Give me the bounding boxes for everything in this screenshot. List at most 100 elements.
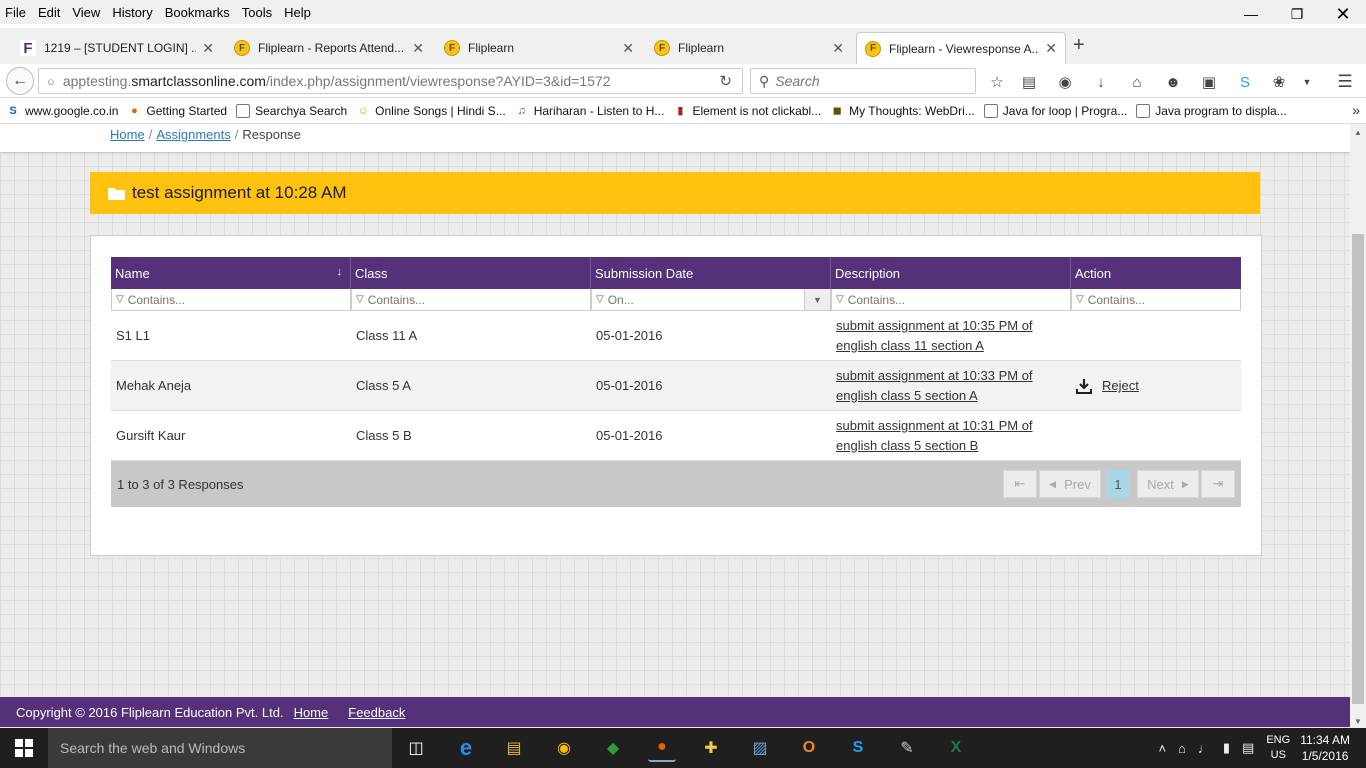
column-header-description[interactable]: Description xyxy=(831,257,1071,289)
close-icon[interactable]: ✕ xyxy=(622,40,634,57)
fliplearn-app-icon[interactable]: ◆ xyxy=(599,734,627,762)
column-header-class[interactable]: Class xyxy=(351,257,591,289)
excel-icon[interactable]: X xyxy=(942,734,970,762)
notifications-icon[interactable]: ▤ xyxy=(1242,740,1254,756)
close-icon[interactable]: ✕ xyxy=(202,40,214,57)
filter-funnel-icon[interactable]: ▽ xyxy=(356,294,364,305)
reload-icon[interactable]: ↻ xyxy=(719,72,732,90)
filter-name-input[interactable] xyxy=(127,292,328,307)
close-window-button[interactable]: ✕ xyxy=(1320,0,1366,28)
first-page-button[interactable]: ⇤ xyxy=(1003,470,1037,498)
footer-feedback-link[interactable]: Feedback xyxy=(348,705,405,720)
pocket-icon[interactable]: ◉ xyxy=(1054,71,1076,93)
download-icon[interactable] xyxy=(1076,378,1092,394)
filter-funnel-icon[interactable]: ▽ xyxy=(836,294,844,305)
bookmark-hariharan[interactable]: ♫ Hariharan - Listen to H... xyxy=(515,104,665,118)
vertical-scrollbar[interactable]: ▲ ▼ xyxy=(1350,124,1366,729)
scroll-up-arrow-icon[interactable]: ▲ xyxy=(1350,124,1366,140)
skype-icon[interactable]: S xyxy=(1234,71,1256,93)
breadcrumb-home-link[interactable]: Home xyxy=(110,127,145,142)
tab-fliplearn-2[interactable]: F Fliplearn ✕ xyxy=(646,32,852,64)
prev-page-button[interactable]: ◀ Prev xyxy=(1039,470,1101,498)
description-link[interactable]: english class 5 section B xyxy=(836,436,978,456)
clock[interactable]: 11:34 AM 1/5/2016 xyxy=(1300,732,1350,764)
minimize-button[interactable]: — xyxy=(1228,0,1274,28)
extension-icon[interactable]: ❀ xyxy=(1268,71,1290,93)
menu-bookmarks[interactable]: Bookmarks xyxy=(159,5,236,20)
menu-help[interactable]: Help xyxy=(278,5,317,20)
bookmark-getting-started[interactable]: ● Getting Started xyxy=(127,104,227,118)
table-row[interactable]: S1 L1 Class 11 A 05-01-2016 submit assig… xyxy=(111,311,1241,361)
bookmark-element-not-clickable[interactable]: ▮ Element is not clickabl... xyxy=(673,104,821,118)
column-header-name[interactable]: Name ↓ xyxy=(111,257,351,289)
task-view-icon[interactable]: ◫ xyxy=(402,734,430,762)
menu-view[interactable]: View xyxy=(66,5,106,20)
star-bookmark-icon[interactable]: ☆ xyxy=(986,71,1008,93)
url-bar[interactable]: ○ apptesting.smartclassonline.com/index.… xyxy=(38,68,743,94)
sql-tool-icon[interactable]: ▨ xyxy=(746,734,774,762)
menu-edit[interactable]: Edit xyxy=(32,5,66,20)
page-number-button[interactable]: 1 xyxy=(1107,470,1129,498)
footer-home-link[interactable]: Home xyxy=(294,705,329,720)
filter-class-input[interactable] xyxy=(367,292,568,307)
search-box[interactable]: ⚲ xyxy=(750,68,976,94)
table-row[interactable]: Mehak Aneja Class 5 A 05-01-2016 submit … xyxy=(111,361,1241,411)
tab-fliplearn-1[interactable]: F Fliplearn ✕ xyxy=(436,32,642,64)
close-icon[interactable]: ✕ xyxy=(1045,40,1057,57)
filter-date-input[interactable] xyxy=(607,292,778,307)
skype-icon[interactable]: S xyxy=(844,734,872,762)
chrome-icon[interactable]: ◉ xyxy=(550,734,578,762)
bookmark-java-for-loop[interactable]: Java for loop | Progra... xyxy=(983,103,1127,118)
description-link[interactable]: submit assignment at 10:31 PM of xyxy=(836,416,1033,436)
language-indicator[interactable]: ENG US xyxy=(1266,733,1290,763)
description-link[interactable]: english class 11 section A xyxy=(836,336,984,356)
outlook-icon[interactable]: O xyxy=(795,734,823,762)
hamburger-menu-icon[interactable]: ☰ xyxy=(1334,71,1356,93)
wifi-icon[interactable]: ⌂ xyxy=(1178,741,1186,756)
chevron-up-icon[interactable]: ˄ xyxy=(1158,741,1166,756)
next-page-button[interactable]: Next ▶ xyxy=(1137,470,1199,498)
firefox-icon[interactable]: ● xyxy=(648,734,676,762)
filter-funnel-icon[interactable]: ▽ xyxy=(116,294,124,305)
file-explorer-icon[interactable]: ▤ xyxy=(500,734,528,762)
date-picker-dropdown-icon[interactable]: ▼ xyxy=(804,289,830,310)
volume-icon[interactable]: ♩ xyxy=(1198,741,1211,756)
filter-funnel-icon[interactable]: ▽ xyxy=(596,294,604,305)
column-header-submission-date[interactable]: Submission Date xyxy=(591,257,831,289)
bookmark-my-thoughts[interactable]: ◼ My Thoughts: WebDri... xyxy=(830,104,975,118)
filter-description-input[interactable] xyxy=(847,292,1048,307)
back-arrow-icon[interactable]: ← xyxy=(6,67,34,95)
tab-viewresponse[interactable]: F Fliplearn - Viewresponse A... ✕ xyxy=(856,32,1066,64)
bookmark-java-program[interactable]: Java program to displa... xyxy=(1136,103,1287,118)
battery-icon[interactable]: ▮ xyxy=(1223,740,1230,756)
menu-history[interactable]: History xyxy=(106,5,158,20)
close-icon[interactable]: ✕ xyxy=(412,40,424,57)
download-icon[interactable]: ↓ xyxy=(1090,71,1112,93)
paint-icon[interactable]: ✎ xyxy=(893,734,921,762)
home-icon[interactable]: ⌂ xyxy=(1126,71,1148,93)
maximize-button[interactable]: ❐ xyxy=(1274,0,1320,28)
pin-icon[interactable]: ✚ xyxy=(697,734,725,762)
edge-browser-icon[interactable]: e xyxy=(452,734,480,762)
table-row[interactable]: Gursift Kaur Class 5 B 05-01-2016 submit… xyxy=(111,411,1241,461)
menu-tools[interactable]: Tools xyxy=(236,5,278,20)
taskbar-search-box[interactable]: Search the web and Windows xyxy=(48,728,392,768)
description-link[interactable]: submit assignment at 10:35 PM of xyxy=(836,316,1033,336)
scrollbar-thumb[interactable] xyxy=(1352,234,1364,704)
bookmark-google[interactable]: Swww.google.co.in xyxy=(6,104,118,118)
screenshot-icon[interactable]: ▣ xyxy=(1198,71,1220,93)
description-link[interactable]: english class 5 section A xyxy=(836,386,978,406)
bookmark-searchya[interactable]: Searchya Search xyxy=(236,103,347,118)
filter-action-input[interactable] xyxy=(1087,292,1228,307)
new-tab-plus-icon[interactable]: + xyxy=(1073,34,1085,57)
bookmark-online-songs[interactable]: ☺ Online Songs | Hindi S... xyxy=(356,104,506,118)
chevron-right-icon[interactable]: » xyxy=(1352,102,1360,118)
description-link[interactable]: submit assignment at 10:33 PM of xyxy=(836,366,1033,386)
reading-list-icon[interactable]: ▤ xyxy=(1018,71,1040,93)
reject-button[interactable]: Reject xyxy=(1076,378,1139,394)
start-button[interactable] xyxy=(0,728,48,768)
scroll-down-arrow-icon[interactable]: ▼ xyxy=(1350,713,1366,729)
column-header-action[interactable]: Action xyxy=(1071,257,1241,289)
close-icon[interactable]: ✕ xyxy=(832,40,844,57)
breadcrumb-assignments-link[interactable]: Assignments xyxy=(156,127,230,142)
